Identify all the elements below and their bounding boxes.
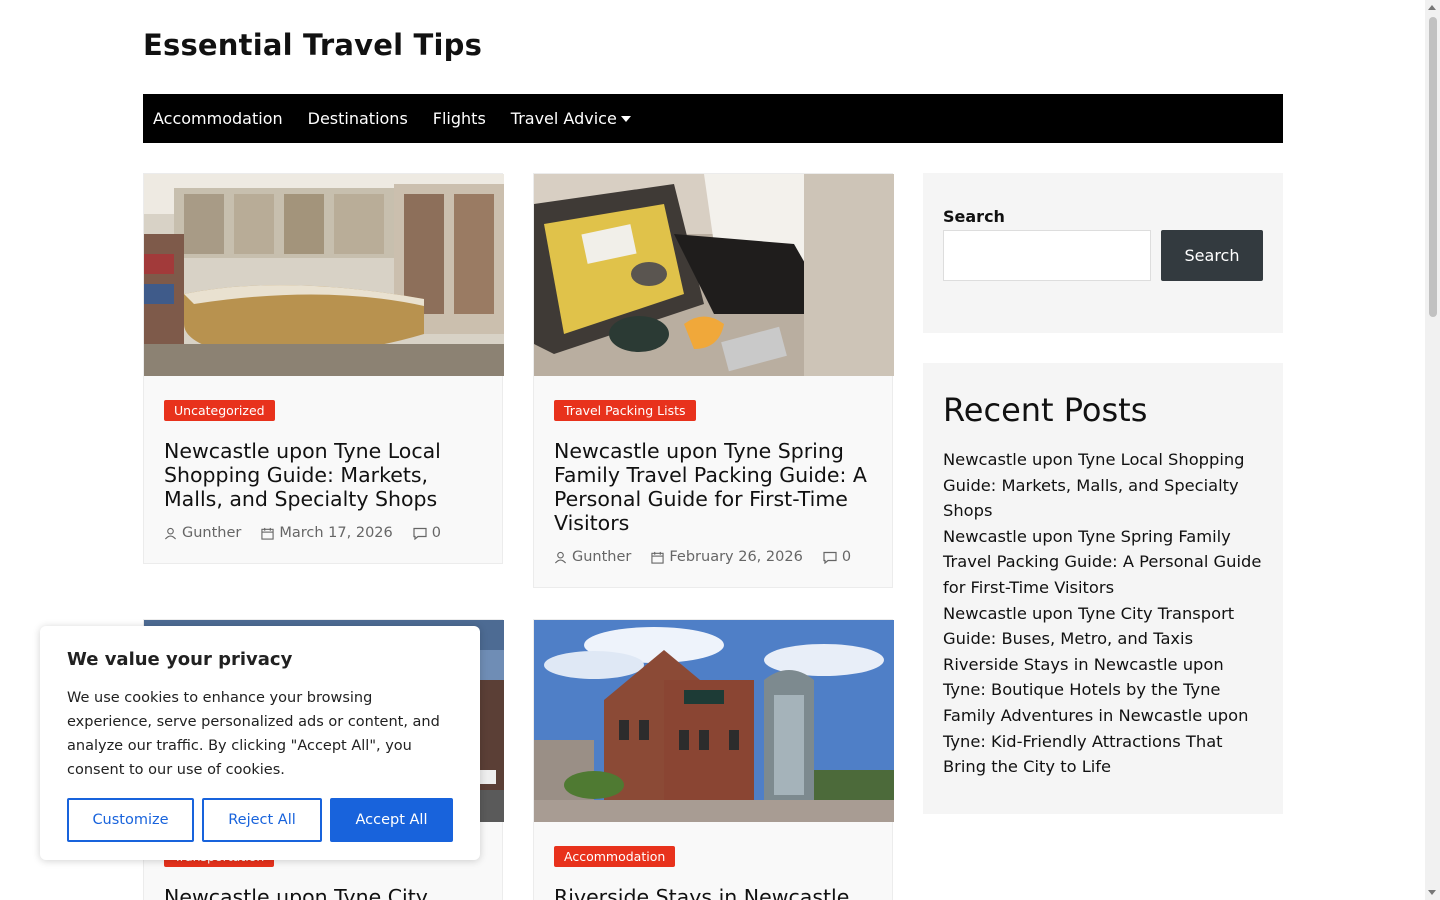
calendar-icon	[651, 551, 665, 564]
scroll-up-arrow-icon[interactable]	[1428, 5, 1436, 10]
main-navigation: Accommodation Destinations Flights Trave…	[143, 94, 1283, 143]
nav-item-accommodation[interactable]: Accommodation	[153, 109, 283, 128]
scrollbar-thumb[interactable]	[1429, 17, 1437, 317]
cookie-title: We value your privacy	[67, 649, 293, 670]
post-author[interactable]: Gunther	[554, 549, 631, 565]
post-comments[interactable]: 0	[823, 549, 851, 565]
nav-item-label: Travel Advice	[510, 109, 617, 128]
comment-icon	[413, 527, 427, 540]
recent-posts-list: Newcastle upon Tyne Local Shopping Guide…	[943, 447, 1263, 780]
author-name: Gunther	[182, 525, 242, 541]
post-meta: Gunther March 17, 2026 0	[164, 525, 482, 541]
comment-count: 0	[841, 549, 852, 565]
search-row: Search	[943, 230, 1263, 281]
comment-count: 0	[431, 525, 441, 541]
recent-post-link[interactable]: Family Adventures in Newcastle upon Tyne…	[943, 703, 1263, 780]
recent-posts-widget: Recent Posts Newcastle upon Tyne Local S…	[923, 363, 1283, 814]
nav-item-travel-advice[interactable]: Travel Advice	[511, 109, 631, 128]
cookie-buttons: Customize Reject All Accept All	[67, 798, 453, 842]
recent-post-link[interactable]: Newcastle upon Tyne Local Shopping Guide…	[943, 447, 1263, 524]
recent-post-link[interactable]: Newcastle upon Tyne City Transport Guide…	[943, 601, 1263, 652]
nav-item-destinations[interactable]: Destinations	[308, 109, 408, 128]
post-thumbnail[interactable]	[534, 174, 894, 376]
cookie-consent-banner: We value your privacy We use cookies to …	[40, 626, 480, 860]
scroll-down-arrow-icon[interactable]	[1428, 890, 1436, 895]
reject-all-button[interactable]: Reject All	[202, 798, 322, 842]
post-date[interactable]: March 17, 2026	[261, 525, 393, 541]
post-card: Accommodation Riverside Stays in Newcast…	[533, 619, 894, 900]
nav-item-flights[interactable]: Flights	[433, 109, 486, 128]
caret-down-icon	[620, 115, 631, 122]
post-title[interactable]: Newcastle upon Tyne City	[164, 885, 482, 900]
customize-button[interactable]: Customize	[67, 798, 194, 842]
search-button[interactable]: Search	[1161, 230, 1263, 281]
search-input[interactable]	[943, 230, 1151, 281]
post-title[interactable]: Newcastle upon Tyne Local Shopping Guide…	[164, 439, 482, 511]
category-badge[interactable]: Uncategorized	[164, 400, 275, 421]
comment-icon	[823, 551, 837, 564]
post-thumbnail[interactable]	[144, 174, 504, 376]
post-thumbnail[interactable]	[534, 620, 894, 822]
nav-item-label: Destinations	[307, 109, 408, 128]
site-title[interactable]: Essential Travel Tips	[143, 28, 482, 62]
post-author[interactable]: Gunther	[164, 525, 241, 541]
search-widget: Search Search	[923, 173, 1283, 333]
post-card: Uncategorized Newcastle upon Tyne Local …	[143, 173, 504, 564]
nav-item-label: Accommodation	[153, 109, 283, 128]
cookie-text: We use cookies to enhance your browsing …	[67, 690, 440, 778]
post-title[interactable]: Riverside Stays in Newcastle	[554, 885, 872, 900]
search-label: Search	[943, 207, 1005, 226]
nav-item-label: Flights	[432, 109, 486, 128]
post-meta: Gunther February 26, 2026 0	[554, 549, 872, 565]
post-date[interactable]: February 26, 2026	[651, 549, 803, 565]
recent-post-link[interactable]: Newcastle upon Tyne Spring Family Travel…	[943, 524, 1263, 601]
category-badge[interactable]: Accommodation	[554, 846, 676, 867]
recent-posts-title: Recent Posts	[943, 391, 1148, 429]
user-icon	[164, 527, 177, 539]
author-name: Gunther	[572, 549, 632, 565]
post-comments[interactable]: 0	[413, 525, 441, 541]
recent-post-link[interactable]: Riverside Stays in Newcastle upon Tyne: …	[943, 652, 1263, 703]
category-badge[interactable]: Travel Packing Lists	[554, 400, 696, 421]
page-scrollbar[interactable]	[1425, 0, 1440, 900]
accept-all-button[interactable]: Accept All	[330, 798, 453, 842]
date-text: March 17, 2026	[279, 525, 393, 541]
date-text: February 26, 2026	[669, 549, 803, 565]
user-icon	[554, 551, 567, 563]
post-card: Travel Packing Lists Newcastle upon Tyne…	[533, 173, 894, 588]
post-title[interactable]: Newcastle upon Tyne Spring Family Travel…	[554, 439, 872, 535]
calendar-icon	[261, 527, 275, 540]
